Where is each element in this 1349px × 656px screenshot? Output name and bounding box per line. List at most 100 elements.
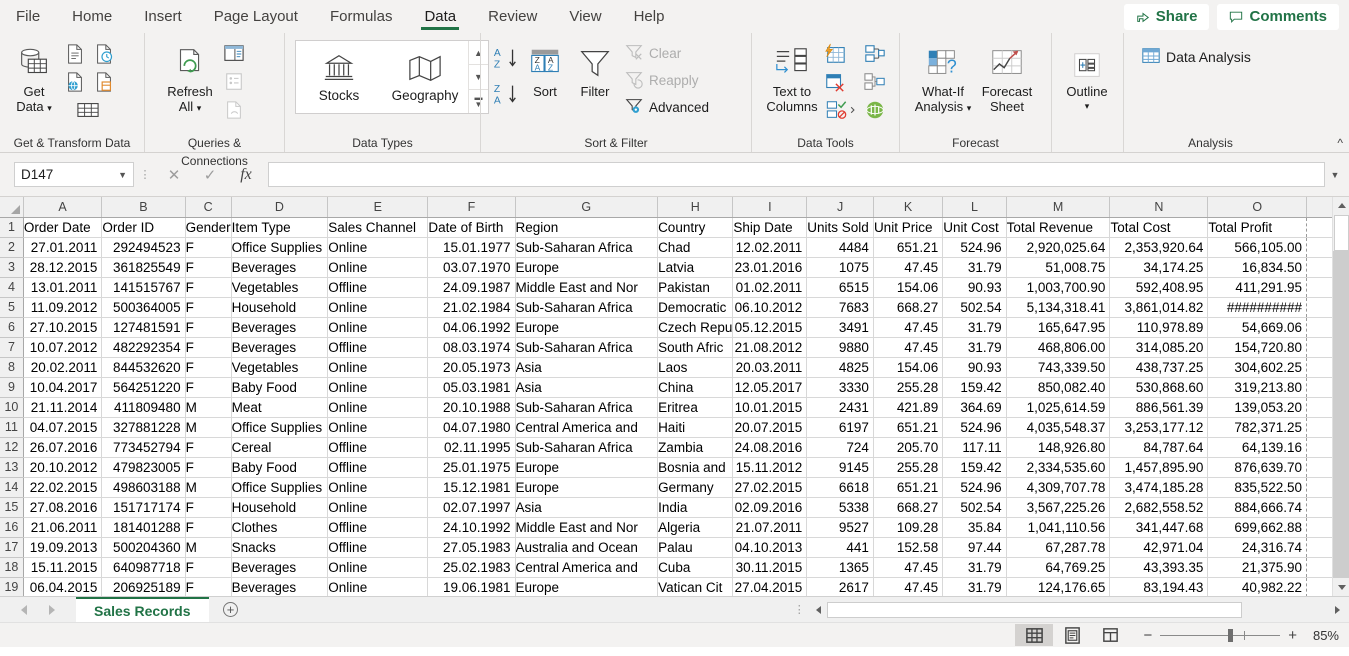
cell-A12[interactable]: 26.07.2016	[23, 437, 102, 457]
cell-M7[interactable]: 468,806.00	[1006, 337, 1110, 357]
cell-F14[interactable]: 15.12.1981	[428, 477, 515, 497]
cell-L2[interactable]: 524.96	[943, 237, 1006, 257]
horizontal-scroll-grip[interactable]: ⋮	[788, 597, 810, 622]
cell-H9[interactable]: China	[658, 377, 733, 397]
ribbon-tab-help[interactable]: Help	[618, 0, 681, 33]
column-header-F[interactable]: F	[428, 197, 515, 217]
cell-L7[interactable]: 31.79	[943, 337, 1006, 357]
cell-F8[interactable]: 20.05.1973	[428, 357, 515, 377]
relationships-icon[interactable]	[862, 69, 888, 95]
cell-B2[interactable]: 292494523	[102, 237, 185, 257]
properties-icon[interactable]	[221, 69, 247, 95]
cell-A8[interactable]: 20.02.2011	[23, 357, 102, 377]
cell-A11[interactable]: 04.07.2015	[23, 417, 102, 437]
cell-J4[interactable]: 6515	[807, 277, 874, 297]
cell-D6[interactable]: Beverages	[231, 317, 328, 337]
cell-I3[interactable]: 23.01.2016	[733, 257, 807, 277]
cell-N18[interactable]: 43,393.35	[1110, 557, 1208, 577]
cell-I16[interactable]: 21.07.2011	[733, 517, 807, 537]
cell-H1[interactable]: Country	[658, 217, 733, 237]
data-validation-icon[interactable]	[822, 97, 862, 123]
cell-A1[interactable]: Order Date	[23, 217, 102, 237]
cell-H2[interactable]: Chad	[658, 237, 733, 257]
cell-A17[interactable]: 19.09.2013	[23, 537, 102, 557]
cell-B1[interactable]: Order ID	[102, 217, 185, 237]
geography-button[interactable]: Geography	[382, 41, 468, 113]
cell-M16[interactable]: 1,041,110.56	[1006, 517, 1110, 537]
cell-D11[interactable]: Office Supplies	[231, 417, 328, 437]
cell-N17[interactable]: 42,971.04	[1110, 537, 1208, 557]
cell-I10[interactable]: 10.01.2015	[733, 397, 807, 417]
cell-O9[interactable]: 319,213.80	[1208, 377, 1307, 397]
column-header-M[interactable]: M	[1006, 197, 1110, 217]
cell-A19[interactable]: 06.04.2015	[23, 577, 102, 596]
sort-asc-icon[interactable]: AZ	[491, 44, 521, 74]
cell-D4[interactable]: Vegetables	[231, 277, 328, 297]
cell-E8[interactable]: Online	[328, 357, 428, 377]
cell-N7[interactable]: 314,085.20	[1110, 337, 1208, 357]
page-layout-view-icon[interactable]	[1053, 624, 1091, 646]
cell-M11[interactable]: 4,035,548.37	[1006, 417, 1110, 437]
row-header-7[interactable]: 7	[0, 337, 23, 357]
cell-K5[interactable]: 668.27	[873, 297, 942, 317]
cell-E19[interactable]: Online	[328, 577, 428, 596]
cell-C18[interactable]: F	[185, 557, 231, 577]
cell-M6[interactable]: 165,647.95	[1006, 317, 1110, 337]
column-header-O[interactable]: O	[1208, 197, 1307, 217]
cell-M1[interactable]: Total Revenue	[1006, 217, 1110, 237]
cell-G12[interactable]: Sub-Saharan Africa	[515, 437, 658, 457]
cell-L18[interactable]: 31.79	[943, 557, 1006, 577]
cell-F19[interactable]: 19.06.1981	[428, 577, 515, 596]
cell-C4[interactable]: F	[185, 277, 231, 297]
cell-J10[interactable]: 2431	[807, 397, 874, 417]
data-analysis-button[interactable]: Data Analysis	[1138, 44, 1254, 70]
outline-button[interactable]: Outline ▾	[1060, 44, 1114, 114]
cell-M2[interactable]: 2,920,025.64	[1006, 237, 1110, 257]
cell-A5[interactable]: 11.09.2012	[23, 297, 102, 317]
cell-L19[interactable]: 31.79	[943, 577, 1006, 596]
column-header-B[interactable]: B	[102, 197, 185, 217]
cell-M17[interactable]: 67,287.78	[1006, 537, 1110, 557]
formula-input[interactable]	[268, 162, 1325, 187]
cell-C16[interactable]: F	[185, 517, 231, 537]
cell-I17[interactable]: 04.10.2013	[733, 537, 807, 557]
zoom-slider-thumb[interactable]	[1228, 629, 1233, 642]
cell-E13[interactable]: Offline	[328, 457, 428, 477]
refresh-all-button[interactable]: Refresh All ▾	[159, 38, 221, 116]
cell-G3[interactable]: Europe	[515, 257, 658, 277]
cell-L8[interactable]: 90.93	[943, 357, 1006, 377]
cell-M14[interactable]: 4,309,707.78	[1006, 477, 1110, 497]
cell-M19[interactable]: 124,176.65	[1006, 577, 1110, 596]
cell-B9[interactable]: 564251220	[102, 377, 185, 397]
cell-E14[interactable]: Online	[328, 477, 428, 497]
row-header-15[interactable]: 15	[0, 497, 23, 517]
zoom-level-label[interactable]: 85%	[1307, 628, 1349, 643]
cell-O10[interactable]: 139,053.20	[1208, 397, 1307, 417]
cell-K18[interactable]: 47.45	[873, 557, 942, 577]
ribbon-tab-view[interactable]: View	[553, 0, 617, 33]
remove-duplicates-icon[interactable]	[822, 69, 848, 95]
cell-D10[interactable]: Meat	[231, 397, 328, 417]
row-header-8[interactable]: 8	[0, 357, 23, 377]
cell-D2[interactable]: Office Supplies	[231, 237, 328, 257]
row-header-19[interactable]: 19	[0, 577, 23, 596]
cell-B8[interactable]: 844532620	[102, 357, 185, 377]
cell-M13[interactable]: 2,334,535.60	[1006, 457, 1110, 477]
cell-F16[interactable]: 24.10.1992	[428, 517, 515, 537]
cell-I19[interactable]: 27.04.2015	[733, 577, 807, 596]
cell-A13[interactable]: 20.10.2012	[23, 457, 102, 477]
expand-formula-bar-icon[interactable]: ▼	[1327, 170, 1343, 180]
cell-C7[interactable]: F	[185, 337, 231, 357]
cell-M3[interactable]: 51,008.75	[1006, 257, 1110, 277]
cell-I9[interactable]: 12.05.2017	[733, 377, 807, 397]
cell-O4[interactable]: 411,291.95	[1208, 277, 1307, 297]
cell-I5[interactable]: 06.10.2012	[733, 297, 807, 317]
row-header-2[interactable]: 2	[0, 237, 23, 257]
cell-E17[interactable]: Offline	[328, 537, 428, 557]
cell-N16[interactable]: 341,447.68	[1110, 517, 1208, 537]
cell-A7[interactable]: 10.07.2012	[23, 337, 102, 357]
existing-connections-icon[interactable]	[62, 97, 114, 123]
cell-H3[interactable]: Latvia	[658, 257, 733, 277]
cell-K10[interactable]: 421.89	[873, 397, 942, 417]
cell-F12[interactable]: 02.11.1995	[428, 437, 515, 457]
